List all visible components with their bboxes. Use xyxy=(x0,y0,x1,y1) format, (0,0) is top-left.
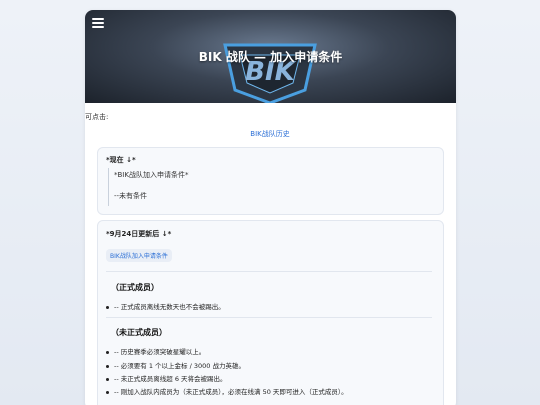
list-item: -- 历史赛季必须突破星耀以上。 xyxy=(106,346,205,356)
bullet-icon xyxy=(106,305,109,309)
divider xyxy=(106,271,432,272)
header-banner: BIK BIK 战队 — 加入申请条件 xyxy=(85,10,456,103)
list-item: -- 刚加入战队内成员为（未正式成员），必须在线满 50 天即可进入（正式成员）… xyxy=(106,386,348,396)
unofficial-member-heading: （未正式成员） xyxy=(111,328,167,337)
conditions-tag[interactable]: BIK战队加入申请条件 xyxy=(106,249,172,262)
updated-heading: *9月24日更新后 ↓* xyxy=(106,230,172,238)
current-heading: *现在 ↓* xyxy=(106,156,136,164)
quote-title: *BIK战队加入申请条件* xyxy=(114,171,189,179)
page-title: BIK 战队 — 加入申请条件 xyxy=(198,50,343,64)
official-member-heading: （正式成员） xyxy=(111,283,159,292)
updated-conditions-section: *9月24日更新后 ↓* BIK战队加入申请条件 （正式成员） -- 正式成员离… xyxy=(97,220,444,405)
quote-body: --未有条件 xyxy=(114,192,148,200)
current-conditions-section: *现在 ↓* *BIK战队加入申请条件* --未有条件 xyxy=(97,147,444,215)
list-item: -- 正式成员离线无数天也不会被踢出。 xyxy=(106,301,225,311)
list-item: -- 必须要有 1 个以上金标 / 3000 战力英雄。 xyxy=(106,360,245,370)
bullet-icon xyxy=(106,364,109,368)
bullet-icon xyxy=(106,350,109,354)
bullet-icon xyxy=(106,377,109,381)
bullet-icon xyxy=(106,390,109,394)
clickable-label: 可点击: xyxy=(85,113,109,121)
divider xyxy=(106,317,432,318)
team-history-link[interactable]: BIK战队历史 xyxy=(0,129,540,139)
menu-icon[interactable] xyxy=(92,18,104,28)
bik-logo: BIK xyxy=(223,43,317,103)
current-quote: *BIK战队加入申请条件* --未有条件 xyxy=(108,168,314,206)
list-item: -- 未正式成员离线超 6 天将会被踢出。 xyxy=(106,373,227,383)
